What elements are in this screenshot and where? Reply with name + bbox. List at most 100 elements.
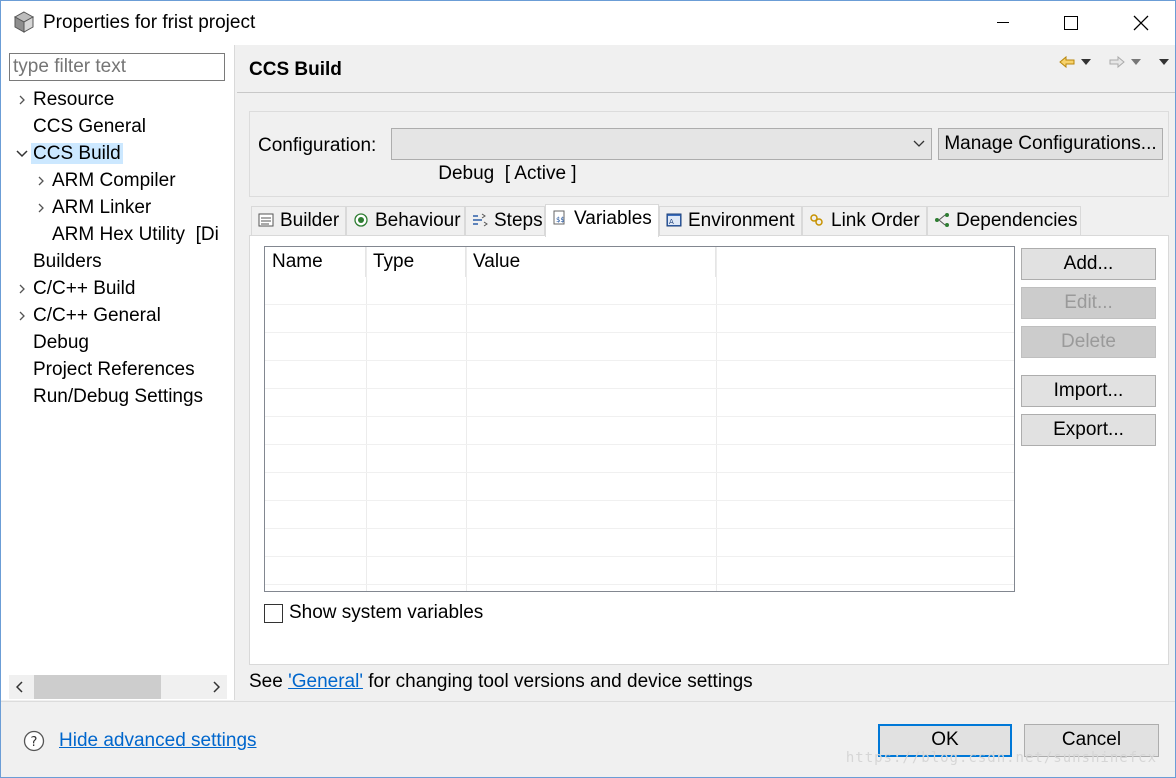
tab-dependencies[interactable]: Dependencies [927,206,1081,236]
sidebar-item-c-cpp-general[interactable]: C/C++ General [15,302,163,329]
sidebar-item-label: CCS General [33,116,146,137]
footnote-suffix: for changing tool versions and device se… [362,671,753,692]
tab-label: Behaviour [375,210,461,231]
configuration-group: Configuration: Debug [ Active ] Manage C… [249,111,1169,197]
row-divider [265,416,1014,417]
sidebar-item-resource[interactable]: Resource [15,86,116,113]
sidebar-item-ccs-general[interactable]: CCS General [15,113,148,140]
close-button[interactable] [1111,1,1171,45]
filter-input[interactable] [9,53,225,81]
sidebar-item-debug[interactable]: Debug [15,329,91,356]
import-button[interactable]: Import... [1021,375,1156,407]
row-divider [265,556,1014,557]
row-divider [265,472,1014,473]
environment-icon: A [666,213,682,227]
behaviour-icon [354,213,368,227]
edit-button[interactable]: Edit... [1021,287,1156,319]
checkbox-label: Show system variables [289,602,484,623]
maximize-icon [1064,16,1078,30]
page-title: CCS Build [249,59,342,80]
tab-link-order[interactable]: Link Order [802,206,927,236]
sidebar-item-label: Project References [33,359,195,380]
show-system-variables-checkbox[interactable]: Show system variables [264,601,483,625]
export-button[interactable]: Export... [1021,414,1156,446]
sidebar-item-arm-compiler[interactable]: ARM Compiler [34,167,178,194]
variables-table[interactable]: Name Type Value [264,246,1015,592]
row-divider [265,332,1014,333]
variables-icon: $$ [553,210,565,225]
forward-arrow-icon[interactable] [1109,55,1125,69]
dialog-footer: ? Hide advanced settings OK Cancel https… [1,701,1175,777]
sidebar: Resource CCS General CCS Build ARM Compi… [1,45,235,700]
sidebar-item-arm-linker[interactable]: ARM Linker [34,194,153,221]
chevron-right-icon[interactable] [15,86,29,113]
main-panel: CCS Build Configuration: Debug [ Active … [237,45,1175,700]
chevron-down-icon[interactable] [15,140,29,167]
sidebar-item-label: Run/Debug Settings [33,386,204,407]
builder-icon [258,213,274,227]
view-menu-icon[interactable] [1159,58,1169,66]
tab-label: Dependencies [956,210,1078,231]
sidebar-item-builders[interactable]: Builders [15,248,104,275]
tab-builder[interactable]: Builder [251,206,346,236]
chevron-right-icon[interactable] [15,275,29,302]
sidebar-item-label: C/C++ Build [33,278,136,299]
tab-label: Link Order [831,210,920,231]
sidebar-item-label: Debug [33,332,89,353]
tab-label: Environment [688,210,795,231]
steps-icon [473,213,488,227]
sidebar-item-project-references[interactable]: Project References [15,356,197,383]
checkbox-box[interactable] [264,603,283,623]
row-divider [265,444,1014,445]
sidebar-horizontal-scrollbar[interactable] [9,675,227,699]
forward-dropdown-icon[interactable] [1131,58,1141,66]
column-header-name[interactable]: Name [265,247,366,277]
back-dropdown-icon[interactable] [1081,58,1091,66]
svg-text:?: ? [31,735,38,750]
footnote: See 'General' for changing tool versions… [249,671,753,693]
dependencies-icon [935,213,949,227]
delete-button[interactable]: Delete [1021,326,1156,358]
column-header-type[interactable]: Type [366,247,466,277]
minimize-icon [997,22,1009,23]
properties-dialog: Properties for frist project Resource CC… [0,0,1176,778]
sidebar-item-ccs-build[interactable]: CCS Build [15,140,123,167]
hide-advanced-settings-link[interactable]: Hide advanced settings [59,730,257,752]
help-icon[interactable]: ? [23,730,45,752]
close-icon [1133,15,1149,31]
window-title: Properties for frist project [43,12,256,33]
tab-behaviour[interactable]: Behaviour [346,206,465,236]
column-header-value[interactable]: Value [466,247,716,277]
watermark: https://blog.csdn.net/sunshinefcx [845,750,1157,766]
tab-environment[interactable]: A Environment [659,206,802,236]
chevron-right-icon[interactable] [15,302,29,329]
add-button[interactable]: Add... [1021,248,1156,280]
maximize-button[interactable] [1041,1,1101,45]
general-link[interactable]: 'General' [288,671,363,692]
scrollbar-thumb[interactable] [34,675,161,699]
minimize-button[interactable] [973,1,1033,45]
chevron-right-icon[interactable] [34,194,48,221]
sidebar-item-label: C/C++ General [33,305,161,326]
scroll-left-icon[interactable] [9,675,31,699]
row-divider [265,304,1014,305]
history-nav [1059,55,1169,69]
sidebar-item-c-cpp-build[interactable]: C/C++ Build [15,275,137,302]
sidebar-item-arm-hex-utility[interactable]: ARM Hex Utility [Di [34,221,232,248]
manage-configurations-button[interactable]: Manage Configurations... [938,128,1163,160]
row-divider [265,388,1014,389]
tab-steps[interactable]: Steps [465,206,545,236]
variables-tab-panel: Name Type Value Add... Edit... Delete Im… [249,235,1169,665]
svg-text:A: A [669,218,674,226]
scroll-right-icon[interactable] [205,675,227,699]
tab-variables[interactable]: $$ Variables [545,204,659,237]
configuration-label: Configuration: [258,135,377,156]
chevron-right-icon[interactable] [34,167,48,194]
row-divider [265,360,1014,361]
row-divider [265,528,1014,529]
back-arrow-icon[interactable] [1059,55,1075,69]
sidebar-item-run-debug-settings[interactable]: Run/Debug Settings [15,383,205,410]
row-divider [265,500,1014,501]
link-order-icon [810,214,823,226]
configuration-select[interactable]: Debug [ Active ] [391,128,932,184]
